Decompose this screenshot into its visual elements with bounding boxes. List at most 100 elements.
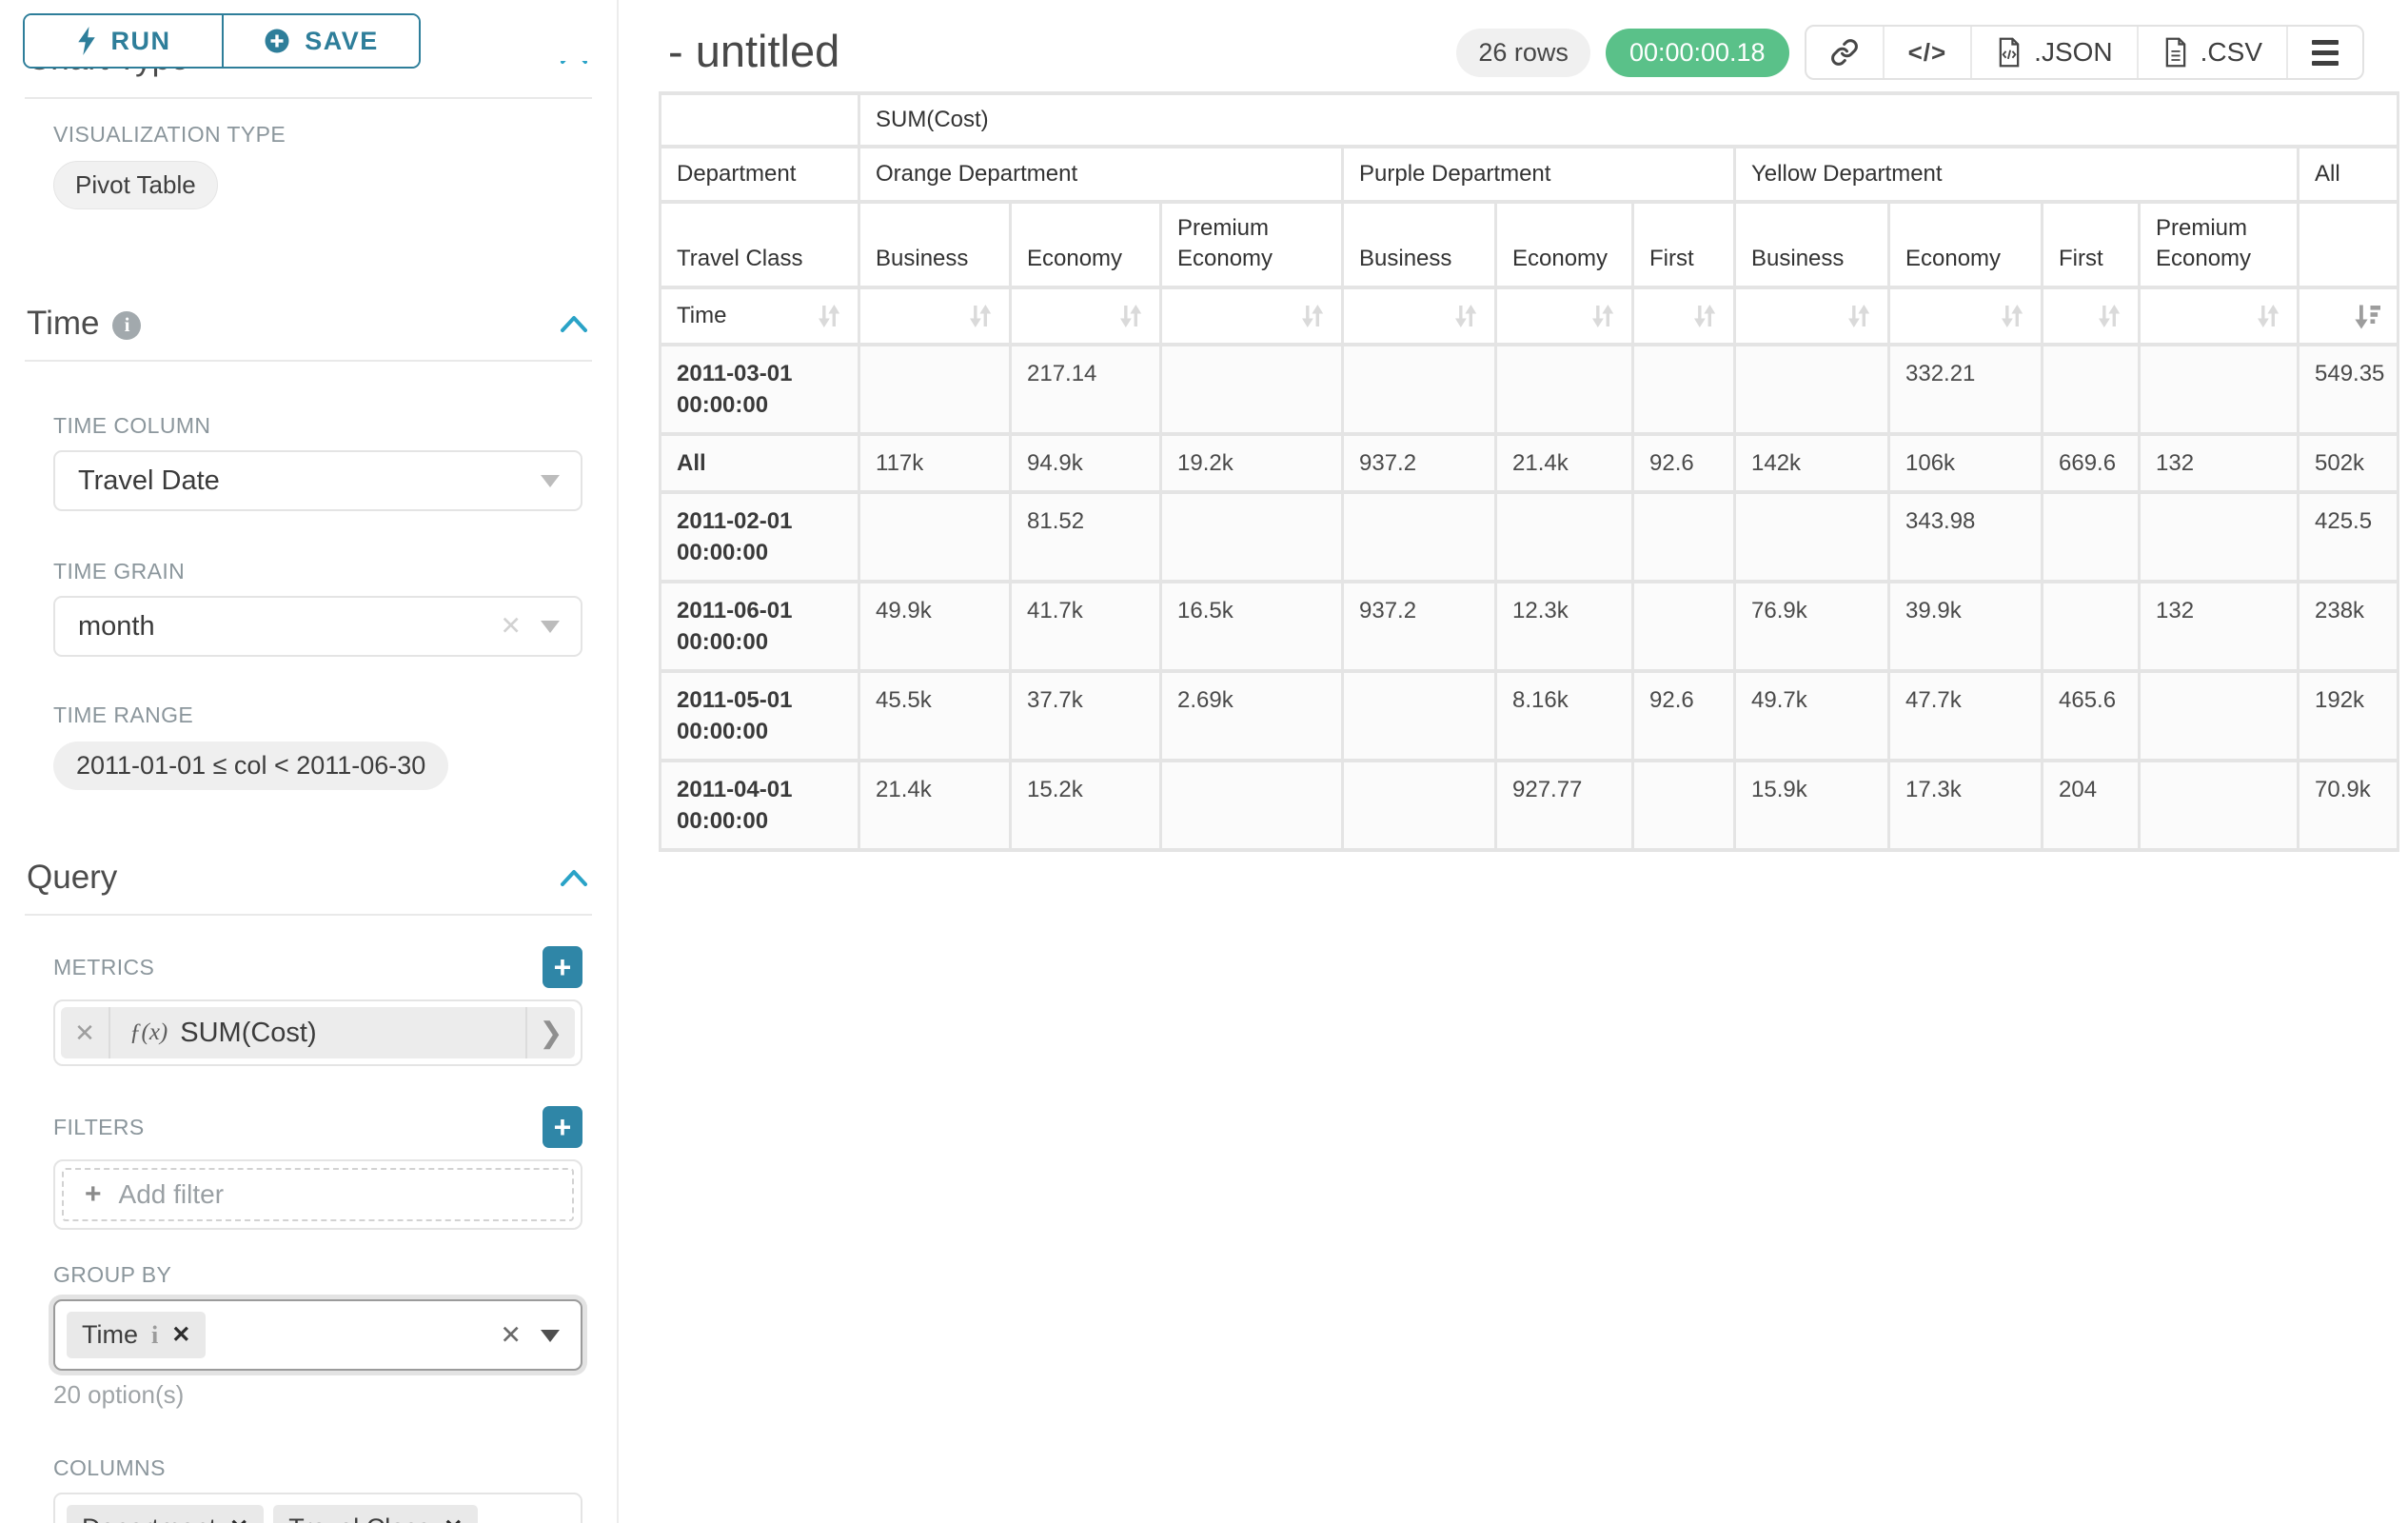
sort-header-active[interactable]: [2299, 287, 2398, 345]
travel-class-header: First: [1633, 202, 1735, 287]
table-row: 2011-06-01 00:00:0049.9k41.7k16.5k937.21…: [661, 582, 2398, 671]
info-icon[interactable]: i: [112, 311, 141, 340]
sort-header[interactable]: [2140, 287, 2299, 345]
chevron-right-icon[interactable]: ❯: [525, 1007, 575, 1058]
value-cell: [1633, 761, 1735, 850]
value-cell: [1633, 492, 1735, 582]
sort-icon: [967, 303, 994, 329]
value-cell: 927.77: [1496, 761, 1633, 850]
value-cell: 49.7k: [1735, 671, 1889, 761]
section-divider: [25, 914, 592, 916]
chart-canvas: - untitled 26 rows 00:00:00.18 </>: [619, 0, 2408, 1523]
value-cell: [2043, 345, 2140, 434]
time-sort-header[interactable]: Time: [661, 287, 859, 345]
chevron-up-icon[interactable]: [560, 314, 588, 333]
page-title[interactable]: - untitled: [668, 25, 839, 77]
clear-icon[interactable]: ✕: [500, 612, 522, 642]
menu-icon: [2312, 40, 2339, 66]
add-filter-plus-button[interactable]: +: [543, 1106, 582, 1148]
run-button[interactable]: RUN: [25, 15, 222, 67]
value-cell: 132: [2140, 582, 2299, 671]
section-divider: [25, 360, 592, 362]
more-options-button[interactable]: [2286, 27, 2362, 78]
chevron-up-icon[interactable]: [560, 868, 588, 887]
columns-tag-department[interactable]: Department ✕: [67, 1505, 264, 1523]
remove-tag-icon[interactable]: ✕: [444, 1514, 463, 1523]
filters-container: + Add filter: [53, 1159, 582, 1230]
sort-header[interactable]: [859, 287, 1011, 345]
export-json-button[interactable]: .JSON: [1970, 27, 2136, 78]
time-column-select[interactable]: Travel Date: [53, 450, 582, 511]
value-cell: 94.9k: [1011, 434, 1161, 492]
value-cell: [2043, 582, 2140, 671]
tag-label: Travel Class: [288, 1513, 430, 1523]
sort-header[interactable]: [2043, 287, 2140, 345]
value-cell: [1343, 761, 1496, 850]
info-icon[interactable]: i: [151, 1321, 158, 1350]
sort-header[interactable]: [1161, 287, 1343, 345]
sort-icon: [1999, 303, 2025, 329]
time-column-value: Travel Date: [78, 465, 220, 497]
time-range-pill[interactable]: 2011-01-01 ≤ col < 2011-06-30: [53, 742, 448, 790]
remove-tag-icon[interactable]: ✕: [229, 1514, 248, 1523]
value-cell: [1343, 492, 1496, 582]
value-cell: [1633, 582, 1735, 671]
code-icon: </>: [1908, 38, 1947, 68]
json-button-label: .JSON: [2034, 37, 2112, 68]
columns-tag-travel-class[interactable]: Travel Class ✕: [273, 1505, 478, 1523]
export-csv-button[interactable]: .CSV: [2137, 27, 2286, 78]
columns-label: COLUMNS: [53, 1455, 582, 1481]
value-cell: 92.6: [1633, 434, 1735, 492]
travel-class-header: Premium Economy: [1161, 202, 1343, 287]
save-button[interactable]: SAVE: [222, 15, 419, 67]
metric-pill[interactable]: ✕ ƒ(x) SUM(Cost) ❯: [61, 1007, 575, 1058]
chevron-down-icon: [541, 1330, 560, 1342]
value-cell: 21.4k: [1496, 434, 1633, 492]
add-metric-button[interactable]: +: [543, 946, 582, 988]
group-by-tag-time[interactable]: Time i ✕: [67, 1312, 206, 1358]
remove-tag-icon[interactable]: ✕: [171, 1321, 190, 1349]
columns-select[interactable]: Department ✕ Travel Class ✕ ✕: [53, 1493, 582, 1523]
control-panel: Chart Type RUN SAVE VISUALIZATION TYPE: [0, 0, 619, 1523]
section-divider: [25, 97, 592, 99]
value-cell: [1161, 345, 1343, 434]
value-cell: 12.3k: [1496, 582, 1633, 671]
sort-header[interactable]: [1735, 287, 1889, 345]
value-cell: [2140, 671, 2299, 761]
value-cell: [859, 345, 1011, 434]
sort-header[interactable]: [1889, 287, 2043, 345]
value-cell: [859, 492, 1011, 582]
value-cell: 238k: [2299, 582, 2398, 671]
chevron-down-icon: [541, 621, 560, 633]
visualization-type-pill[interactable]: Pivot Table: [53, 161, 218, 209]
table-row: 2011-02-01 00:00:0081.52343.98425.5: [661, 492, 2398, 582]
metric-container: ✕ ƒ(x) SUM(Cost) ❯: [53, 999, 582, 1066]
department-group-header: All: [2299, 147, 2398, 202]
sort-header[interactable]: [1011, 287, 1161, 345]
value-cell: 21.4k: [859, 761, 1011, 850]
row-count-badge: 26 rows: [1456, 29, 1590, 77]
value-cell: 76.9k: [1735, 582, 1889, 671]
remove-metric-icon[interactable]: ✕: [61, 1007, 110, 1058]
table-row: 2011-04-01 00:00:0021.4k15.2k927.7715.9k…: [661, 761, 2398, 850]
sort-icon: [1845, 303, 1872, 329]
value-cell: 465.6: [2043, 671, 2140, 761]
clear-icon[interactable]: ✕: [500, 1320, 522, 1350]
travel-class-header: Premium Economy: [2140, 202, 2299, 287]
time-grain-value: month: [78, 611, 155, 643]
sort-header[interactable]: [1633, 287, 1735, 345]
sort-header[interactable]: [1343, 287, 1496, 345]
metric-value: SUM(Cost): [180, 1018, 316, 1049]
view-query-button[interactable]: </>: [1883, 27, 1971, 78]
value-cell: 669.6: [2043, 434, 2140, 492]
sort-header[interactable]: [1496, 287, 1633, 345]
travel-class-header: Business: [1343, 202, 1496, 287]
value-cell: 502k: [2299, 434, 2398, 492]
table-row: 2011-05-01 00:00:0045.5k37.7k2.69k8.16k9…: [661, 671, 2398, 761]
sort-icon: [1299, 303, 1326, 329]
group-by-select[interactable]: Time i ✕ ✕: [53, 1299, 582, 1371]
time-grain-select[interactable]: month ✕: [53, 596, 582, 657]
add-filter-button[interactable]: + Add filter: [62, 1168, 574, 1221]
value-cell: 39.9k: [1889, 582, 2043, 671]
share-link-button[interactable]: [1806, 27, 1883, 78]
